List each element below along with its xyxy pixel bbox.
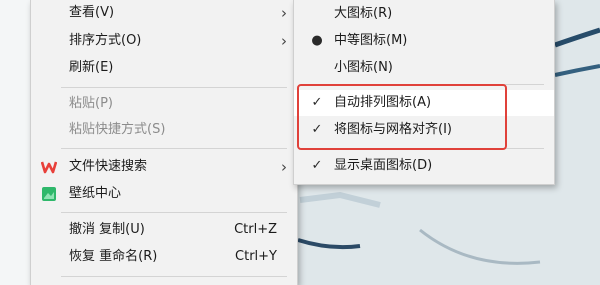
submenu-item-large-icons[interactable]: 大图标(R)	[294, 1, 554, 27]
menu-item-view[interactable]: 查看(V) ›	[31, 0, 297, 26]
menu-item-label: 排序方式(O)	[69, 33, 142, 48]
submenu-item-label: 显示桌面图标(D)	[334, 158, 433, 173]
annotation-highlight-box	[297, 84, 507, 150]
menu-item-paste-shortcut[interactable]: 粘贴快捷方式(S)	[31, 117, 297, 143]
menu-item-label: 恢复 重命名(R)	[69, 249, 158, 264]
menu-separator	[61, 148, 287, 149]
menu-item-sort-by[interactable]: 排序方式(O) ›	[31, 28, 297, 54]
menu-item-refresh[interactable]: 刷新(E)	[31, 55, 297, 81]
menu-item-undo-copy[interactable]: 撤消 复制(U) Ctrl+Z	[31, 217, 297, 243]
menu-item-wallpaper-center[interactable]: 壁纸中心	[31, 181, 297, 207]
menu-item-file-quick-search[interactable]: 文件快速搜索 ›	[31, 154, 297, 180]
menu-item-shortcut: Ctrl+Z	[234, 222, 277, 237]
menu-separator	[61, 276, 287, 277]
menu-separator	[61, 87, 287, 88]
menu-item-label: 刷新(E)	[69, 60, 114, 75]
submenu-item-label: 小图标(N)	[334, 60, 393, 75]
chevron-right-icon: ›	[281, 4, 287, 22]
menu-item-label: 查看(V)	[69, 5, 115, 20]
submenu-item-label: 大图标(R)	[334, 6, 393, 21]
submenu-item-medium-icons[interactable]: ● 中等图标(M)	[294, 28, 554, 54]
submenu-item-label: 中等图标(M)	[334, 33, 408, 48]
menu-item-label: 粘贴(P)	[69, 96, 113, 111]
menu-item-redo-rename[interactable]: 恢复 重命名(R) Ctrl+Y	[31, 244, 297, 270]
menu-item-paste[interactable]: 粘贴(P)	[31, 91, 297, 117]
chevron-right-icon: ›	[281, 32, 287, 50]
checkmark-icon: ✓	[311, 158, 323, 173]
submenu-item-show-desktop-icons[interactable]: ✓ 显示桌面图标(D)	[294, 153, 554, 179]
submenu-item-small-icons[interactable]: 小图标(N)	[294, 55, 554, 81]
menu-item-label: 文件快速搜索	[69, 159, 148, 174]
bullet-icon: ●	[311, 33, 323, 48]
menu-item-label: 撤消 复制(U)	[69, 222, 145, 237]
menu-item-label: 粘贴快捷方式(S)	[69, 122, 166, 137]
menu-item-shortcut: Ctrl+Y	[235, 249, 277, 264]
chevron-right-icon: ›	[281, 158, 287, 176]
wps-icon	[41, 161, 57, 174]
menu-item-label: 壁纸中心	[69, 186, 122, 201]
wallpaper-icon	[42, 187, 56, 201]
menu-separator	[61, 212, 287, 213]
desktop-context-menu: 查看(V) › 排序方式(O) › 刷新(E) 粘贴(P) 粘贴快捷方式(S) …	[30, 0, 298, 285]
